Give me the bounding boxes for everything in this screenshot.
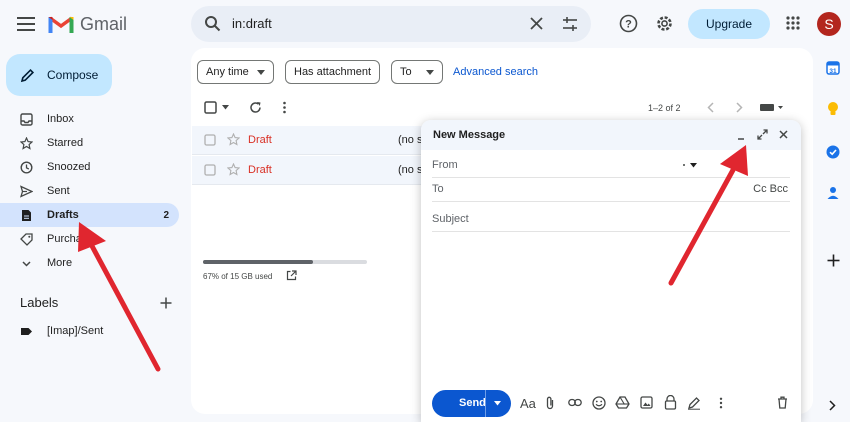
annotation-arrows xyxy=(78,145,748,372)
arrow-to-minimize xyxy=(668,145,748,286)
arrow-to-drafts xyxy=(78,222,161,372)
